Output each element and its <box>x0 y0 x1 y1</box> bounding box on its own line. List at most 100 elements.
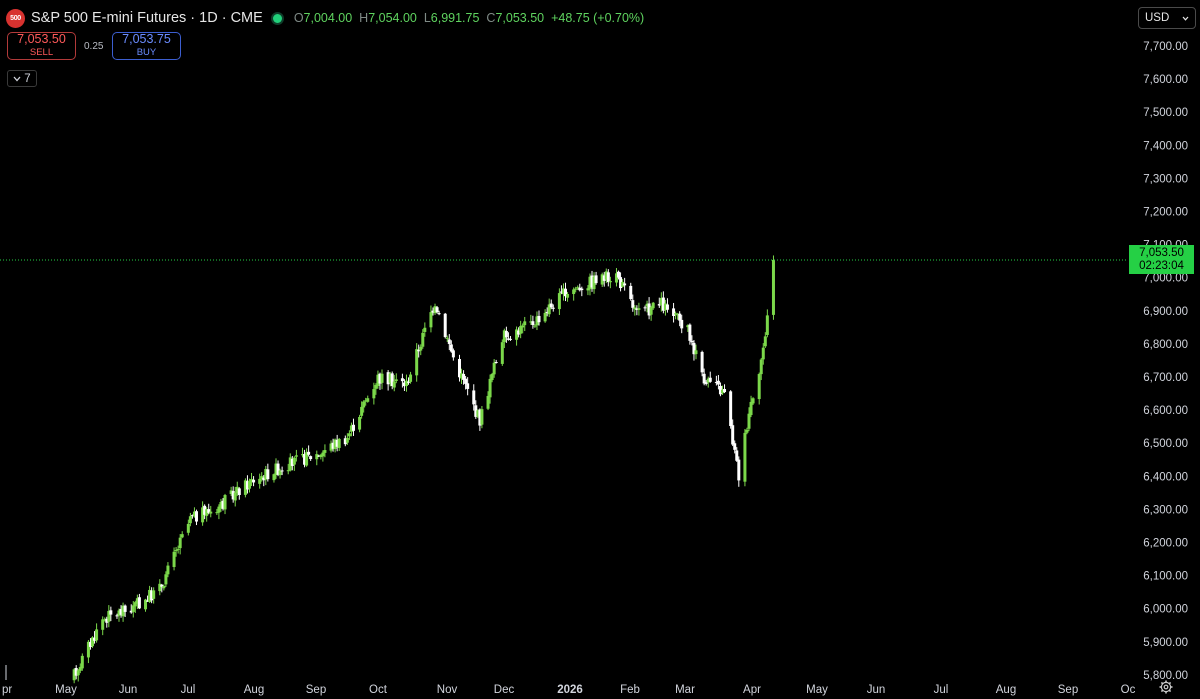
buy-price: 7,053.75 <box>122 32 171 46</box>
candle <box>292 456 296 471</box>
last-price-value: 7,053.50 <box>1139 246 1184 259</box>
candle <box>515 326 519 346</box>
price-axis-label: 6,300.00 <box>1143 504 1188 516</box>
price-axis-label: 6,200.00 <box>1143 538 1188 550</box>
candle <box>543 309 547 323</box>
candle <box>337 437 341 452</box>
candle <box>152 587 156 604</box>
currency-value: USD <box>1145 12 1170 24</box>
candle <box>594 271 598 285</box>
candle <box>380 369 384 390</box>
symbol-header: 500 S&P 500 E-mini Futures · 1D · CME O7… <box>6 8 644 28</box>
price-axis-label: 7,600.00 <box>1143 74 1188 86</box>
time-axis-label: Mar <box>675 684 695 696</box>
high-value: 7,054.00 <box>368 11 417 25</box>
candle <box>629 282 633 301</box>
sell-label: SELL <box>29 47 54 58</box>
candle <box>309 455 313 461</box>
close-value: 7,053.50 <box>495 11 545 25</box>
indicators-toggle[interactable]: 7 <box>7 70 37 87</box>
candle <box>351 418 355 436</box>
candle <box>404 374 408 392</box>
time-axis-label: Jun <box>119 684 138 696</box>
candle <box>237 487 241 500</box>
candle <box>771 255 775 320</box>
candle <box>180 531 184 539</box>
time-axis-label: May <box>55 684 77 696</box>
time-axis-label: Jul <box>934 684 949 696</box>
candle <box>443 312 447 339</box>
price-axis-label: 7,700.00 <box>1143 41 1188 53</box>
candle <box>757 372 761 405</box>
candle <box>500 339 504 366</box>
time-axis-label: Jun <box>867 684 886 696</box>
chevron-down-icon <box>1182 16 1189 21</box>
time-axis-label: Aug <box>244 684 264 696</box>
candle <box>637 302 641 316</box>
candle <box>258 473 262 489</box>
time-axis-label: pr <box>2 684 12 696</box>
buy-button[interactable]: 7,053.75 BUY <box>112 32 181 60</box>
price-axis-label: 7,200.00 <box>1143 207 1188 219</box>
candle <box>429 305 433 333</box>
candle <box>700 350 704 377</box>
currency-select[interactable]: USD <box>1138 7 1196 29</box>
price-axis-label: 6,700.00 <box>1143 372 1188 384</box>
time-axis-label: Sep <box>1058 684 1078 696</box>
candle <box>80 653 84 671</box>
candle <box>266 463 270 482</box>
time-axis-label: Oct <box>369 684 388 696</box>
candle <box>305 448 309 467</box>
indicators-count: 7 <box>24 72 31 85</box>
last-price-tag: 7,053.50 02:23:04 <box>1129 245 1194 274</box>
time-axis-label: 2026 <box>557 684 583 696</box>
time-axis-label: Feb <box>620 684 640 696</box>
chevron-down-icon <box>13 76 21 81</box>
sell-button[interactable]: 7,053.50 SELL <box>7 32 76 60</box>
price-axis-label: 6,900.00 <box>1143 306 1188 318</box>
candle <box>121 602 125 622</box>
candle <box>635 305 639 316</box>
price-axis-label: 5,900.00 <box>1143 637 1188 649</box>
symbol-logo: 500 <box>6 8 25 28</box>
gear-icon[interactable] <box>1159 680 1173 694</box>
candle <box>223 493 227 515</box>
candle <box>729 390 733 429</box>
candle <box>315 450 319 466</box>
price-axis: 7,700.00 7,600.00 7,500.00 7,400.00 7,300.00… <box>1143 41 1188 682</box>
time-axis-label: Aug <box>996 684 1016 696</box>
time-axis-label: Oc <box>1121 684 1136 696</box>
candle <box>708 371 712 383</box>
candle <box>623 277 627 291</box>
candle <box>547 298 551 318</box>
candle <box>737 456 741 487</box>
low-value: 6,991.75 <box>430 11 480 25</box>
price-axis-label: 6,600.00 <box>1143 405 1188 417</box>
candle <box>519 320 523 339</box>
price-axis-label: 6,800.00 <box>1143 339 1188 351</box>
time-axis-label: Apr <box>743 684 761 696</box>
time-axis-label: Sep <box>306 684 326 696</box>
candle <box>366 395 370 403</box>
open-value: 7,004.00 <box>303 11 353 25</box>
time-axis-label: May <box>806 684 828 696</box>
candle <box>665 298 669 313</box>
price-axis-label: 6,100.00 <box>1143 571 1188 583</box>
candles <box>72 255 775 684</box>
candle <box>101 616 105 636</box>
candle <box>421 329 425 349</box>
ohlc-values: O7,004.00 H7,054.00 L6,991.75 C7,053.50 … <box>293 11 645 25</box>
time-axis-label: Nov <box>437 684 458 696</box>
price-axis-label: 6,000.00 <box>1143 604 1188 616</box>
price-chart[interactable]: 7,700.00 7,600.00 7,500.00 7,400.00 7,300.00… <box>0 0 1200 699</box>
market-open-icon <box>272 13 282 23</box>
symbol-title[interactable]: S&P 500 E-mini Futures · 1D · CME <box>31 10 263 26</box>
change-value: +48.75 (+0.70%) <box>551 11 645 25</box>
candle <box>723 384 727 394</box>
candle <box>564 282 568 302</box>
price-axis-label: 7,300.00 <box>1143 173 1188 185</box>
candle <box>743 428 747 487</box>
price-axis-label: 7,400.00 <box>1143 140 1188 152</box>
candle <box>523 316 527 332</box>
candle <box>158 579 162 596</box>
